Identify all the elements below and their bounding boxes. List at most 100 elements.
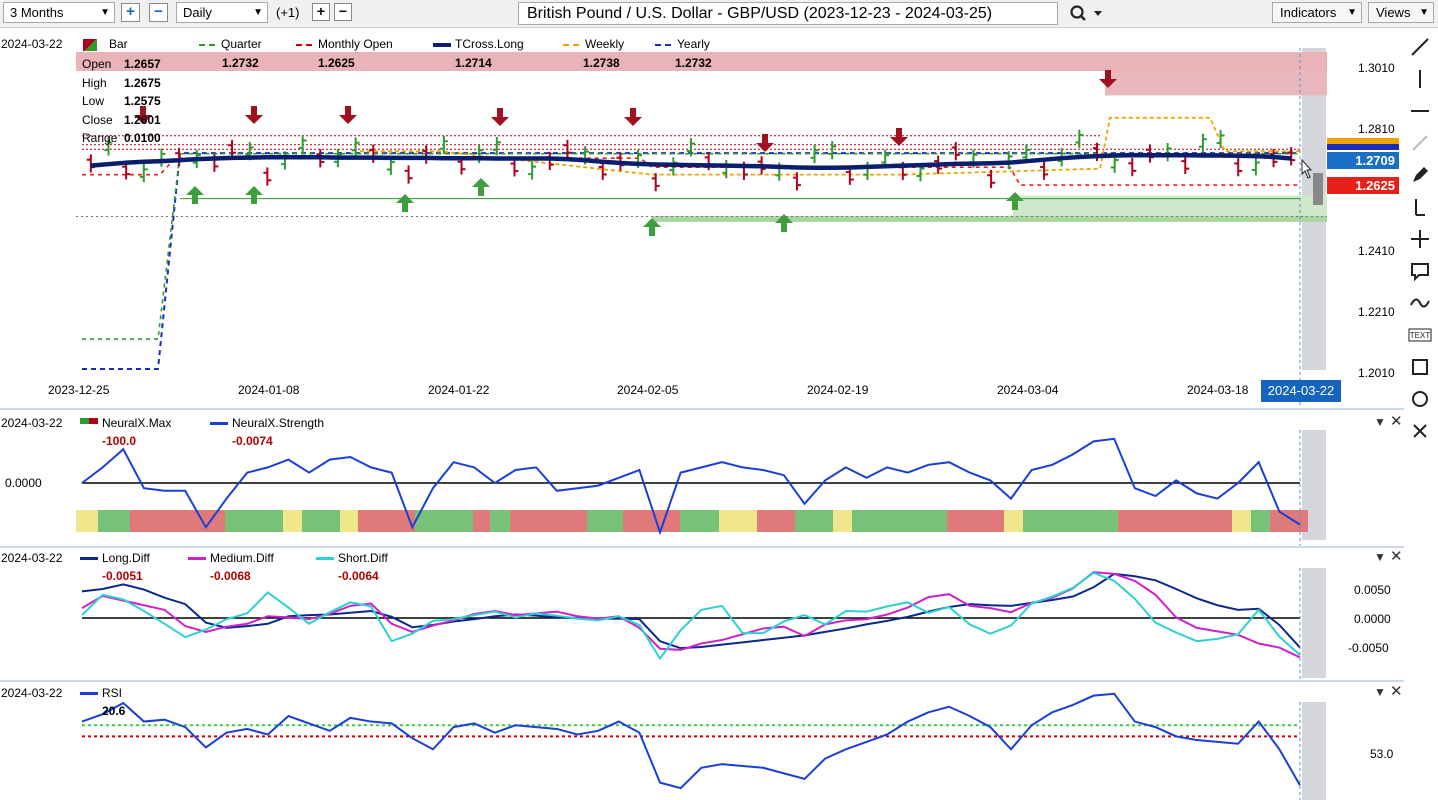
trendline-tool[interactable] [1407,34,1433,60]
ray-tool[interactable] [1407,130,1433,156]
rsi-chart[interactable] [0,682,1404,800]
vertical-line-tool[interactable] [1407,66,1433,92]
minus-icon: − [154,3,163,20]
svg-text:TEXT: TEXT [1410,331,1431,340]
wave-icon [1410,298,1430,308]
neural-pane-menu[interactable]: ▼ [1374,415,1386,429]
comment-tool[interactable] [1407,258,1433,284]
rsi-pane-close[interactable]: ✕ [1390,682,1403,700]
rectangle-icon [1412,359,1428,375]
legend-label: RSI [102,686,123,700]
ohlc-value: 1.2657 [124,57,161,71]
price-tick: 1.3010 [1358,61,1395,75]
arrow-head [472,178,490,187]
pen-tool[interactable] [1407,162,1433,188]
price-tick: 1.2410 [1358,244,1395,258]
arrow-head [245,115,263,124]
neural-pane-close[interactable]: ✕ [1390,412,1403,430]
diff-pane [0,548,1404,680]
legend-swatch [210,422,228,425]
legend-value: 1.2732 [222,56,259,70]
arrow-shaft [251,106,257,116]
monthly-open-line [82,157,1300,186]
current-price-label: 1.2709 [1327,152,1399,169]
signal-band [719,510,757,532]
bullish-arrow-icon [186,186,204,204]
toolbar: 3 Months ▼ + − Daily ▼ (+1) + − British … [0,0,1438,28]
legend-swatch [83,39,97,51]
signal-band [1004,510,1023,532]
ohlc-row: Low 1.2575 [82,92,172,110]
horizontal-line-tool[interactable] [1407,98,1433,124]
rsi-pane [0,682,1404,800]
legend-label: Short.Diff [338,551,388,565]
legend-value: -0.0051 [102,569,143,583]
remove-offset-button[interactable]: − [334,3,352,21]
yearly-level-marker [1327,144,1399,150]
diff-tick: -0.0050 [1348,641,1389,655]
tcross-long-line [90,152,1292,171]
zoom-out-button[interactable]: − [149,3,168,22]
indicators-button[interactable]: Indicators ▼ [1272,2,1362,23]
signal-band [680,510,719,532]
ohlc-value: 1.2675 [124,75,161,90]
diff-chart[interactable] [0,548,1404,680]
rsi-pane-menu[interactable]: ▼ [1374,685,1386,699]
arrow-shaft [896,128,902,138]
rsi-tick: 53.0 [1370,747,1394,761]
chevron-down-icon: ▼ [100,7,110,18]
interval-select[interactable]: Daily ▼ [176,2,268,23]
weekly-level-marker [1327,138,1399,144]
legend-label: Monthly Open [318,37,393,51]
zoom-in-button[interactable]: + [121,3,140,22]
rectangle-tool[interactable] [1407,354,1433,380]
period-value: 3 Months [10,5,64,20]
diff-pane-close[interactable]: ✕ [1390,547,1403,565]
signal-band [283,510,302,532]
vertical-line-icon [1419,70,1421,88]
legend-value: 1.2625 [318,56,355,70]
legend-value: 20.6 [102,704,126,718]
indicators-label: Indicators [1280,5,1337,20]
last-bar [1313,173,1323,205]
signal-band [1270,510,1308,532]
drawing-tools: TEXT [1405,34,1435,454]
time-tick: 2024-03-04 [997,383,1059,397]
legend-swatch [80,557,98,560]
support-band [652,215,1327,222]
signal-band [852,510,947,532]
add-offset-button[interactable]: + [312,3,330,21]
signal-band [98,510,130,532]
diff-tick: 0.0050 [1354,583,1391,597]
diff-tick: 0.0000 [1354,612,1391,626]
views-button[interactable]: Views ▼ [1368,2,1434,23]
period-select[interactable]: 3 Months ▼ [3,2,115,23]
bearish-arrow-icon [245,106,263,124]
diff-pane-menu[interactable]: ▼ [1374,550,1386,564]
remove-drawings-tool[interactable] [1407,418,1433,444]
fib-tool[interactable] [1407,194,1433,220]
arrow-shaft [192,194,198,204]
signal-band [302,510,340,532]
ohlc-value: 0.0100 [124,131,161,145]
ohlc-key: High [82,75,107,90]
wave-tool[interactable] [1407,290,1433,316]
time-tick: 2024-02-05 [617,383,679,397]
ellipse-tool[interactable] [1407,386,1433,412]
signal-band [1118,510,1232,532]
ohlc-row: Range 0.0100 [82,129,172,147]
ohlc-row: High 1.2675 [82,74,172,92]
arrow-shaft [251,194,257,204]
crosshair-tool[interactable] [1407,226,1433,252]
arrow-shaft [1012,200,1018,210]
diff-series-line [81,571,1301,659]
diff-series-line [81,572,1301,650]
chevron-down-icon: ▼ [253,7,263,18]
text-tool[interactable]: TEXT [1407,322,1433,348]
neural-chart[interactable] [0,410,1404,546]
search-button[interactable] [1064,3,1108,23]
price-chart[interactable] [0,28,1404,408]
legend-value: 1.2732 [675,56,712,70]
legend-label: NeuralX.Strength [232,416,325,430]
pen-icon [1413,167,1428,182]
